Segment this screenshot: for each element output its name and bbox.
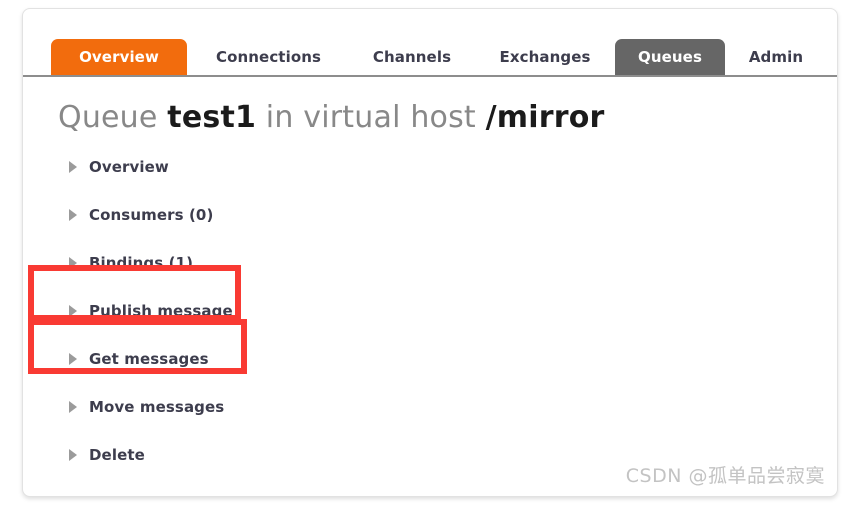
- main-navigation-tabs: Admin Queues Exchanges Channels Connections O…: [23, 22, 837, 77]
- management-card: Admin Queues Exchanges Channels Connections O…: [22, 8, 838, 497]
- tab-channels[interactable]: Channels: [352, 39, 472, 75]
- tab-connections[interactable]: Connections: [191, 39, 346, 75]
- page-title-queue-name: test1: [167, 100, 257, 135]
- section-move-messages[interactable]: Move messages: [23, 383, 837, 431]
- tab-label: Exchanges: [499, 48, 591, 66]
- triangle-right-icon: [69, 449, 77, 461]
- watermark: CSDN @孤单品尝寂寞: [625, 465, 825, 487]
- triangle-right-icon: [69, 401, 77, 413]
- page-title-prefix: Queue: [58, 100, 168, 135]
- tab-admin[interactable]: Admin: [731, 39, 821, 75]
- section-label: Bindings (1): [89, 254, 194, 272]
- section-label: Publish message: [89, 302, 233, 320]
- triangle-right-icon: [69, 353, 77, 365]
- triangle-right-icon: [69, 305, 77, 317]
- section-consumers-0[interactable]: Consumers (0): [23, 191, 837, 239]
- tab-label: Admin: [748, 48, 804, 66]
- tab-label: Queues: [638, 48, 702, 66]
- triangle-right-icon: [69, 209, 77, 221]
- queue-section-list: Overview Consumers (0) Bindings (1) Publish…: [23, 143, 837, 496]
- section-label: Purge: [89, 494, 139, 496]
- tab-label: Overview: [79, 48, 159, 66]
- triangle-right-icon: [69, 257, 77, 269]
- section-label: Consumers (0): [89, 206, 214, 224]
- tab-label: Channels: [372, 48, 452, 66]
- section-publish-message[interactable]: Publish message: [23, 287, 837, 335]
- tab-overview[interactable]: Overview: [51, 39, 187, 75]
- triangle-right-icon: [69, 161, 77, 173]
- section-label: Get messages: [89, 350, 209, 368]
- tab-label: Connections: [215, 48, 322, 66]
- section-bindings-1[interactable]: Bindings (1): [23, 239, 837, 287]
- tab-queues[interactable]: Queues: [615, 39, 725, 75]
- section-label: Move messages: [89, 398, 225, 416]
- page-title: Queue test1 in virtual host /mirror: [58, 100, 605, 135]
- section-label: Delete: [89, 446, 145, 464]
- tab-exchanges[interactable]: Exchanges: [478, 39, 612, 75]
- section-label: Overview: [89, 158, 169, 176]
- page-title-middle: in virtual host: [256, 100, 486, 135]
- section-get-messages[interactable]: Get messages: [23, 335, 837, 383]
- tab-bar-divider: [23, 75, 837, 77]
- section-overview[interactable]: Overview: [23, 143, 837, 191]
- page-title-vhost: /mirror: [485, 100, 605, 135]
